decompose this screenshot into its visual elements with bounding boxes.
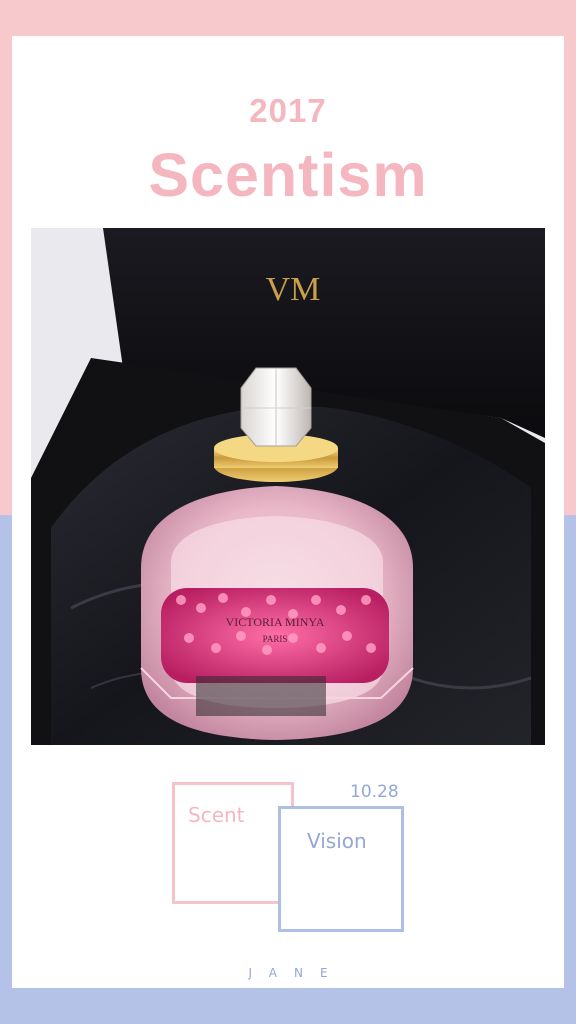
svg-text:VICTORIA MINYA: VICTORIA MINYA — [226, 615, 325, 629]
perfume-photo: VM VICTORIA MINYA PARIS — [31, 228, 545, 745]
signature-text: JANE — [248, 966, 345, 980]
svg-text:PARIS: PARIS — [263, 634, 288, 644]
year-heading: 2017 — [249, 92, 327, 129]
scent-frame — [172, 782, 294, 904]
date-label: 10.28 — [350, 782, 399, 802]
page-title: Scentism — [148, 141, 428, 209]
scent-label: Scent — [188, 803, 245, 827]
vision-frame — [278, 806, 404, 932]
svg-text:VM: VM — [266, 271, 321, 308]
vision-label: Vision — [307, 829, 367, 853]
